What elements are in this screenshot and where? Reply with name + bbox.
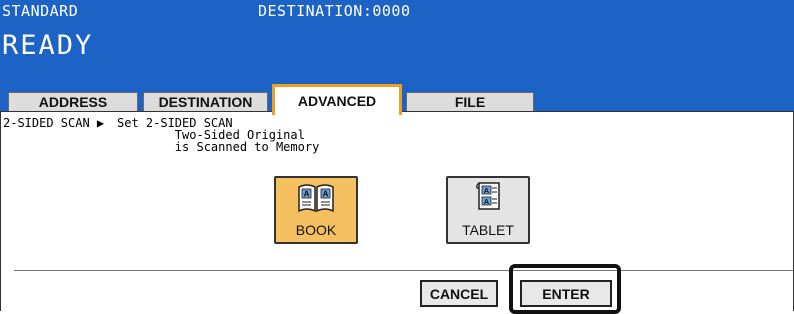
svg-text:A: A	[484, 186, 490, 195]
tab-address[interactable]: ADDRESS	[8, 92, 138, 111]
tab-destination[interactable]: DESTINATION	[143, 92, 268, 111]
svg-text:A: A	[304, 190, 310, 199]
tab-file[interactable]: FILE	[406, 92, 534, 111]
tablet-icon: A A	[473, 179, 503, 218]
book-icon: A A	[296, 181, 336, 218]
divider	[14, 270, 794, 271]
enter-button-highlight	[509, 264, 621, 314]
mode-label: STANDARD	[2, 2, 79, 20]
svg-text:A: A	[484, 197, 490, 206]
machine-status: READY	[2, 30, 94, 61]
setting-description: Set 2-SIDED SCAN Two-Sided Original is S…	[117, 116, 320, 154]
cancel-button[interactable]: CANCEL	[420, 280, 498, 307]
tablet-button-label: TABLET	[462, 222, 514, 238]
tablet-button[interactable]: A A TABLET	[446, 176, 530, 244]
book-button-label: BOOK	[295, 222, 337, 238]
tab-advanced[interactable]: ADVANCED	[272, 84, 402, 115]
svg-text:A: A	[323, 190, 329, 199]
book-button[interactable]: A A BOOK	[274, 176, 358, 244]
status-header: STANDARD DESTINATION:0000 READY	[0, 0, 794, 88]
setting-name: 2-SIDED SCAN ▶	[3, 116, 105, 130]
destination-count: DESTINATION:0000	[258, 2, 411, 20]
